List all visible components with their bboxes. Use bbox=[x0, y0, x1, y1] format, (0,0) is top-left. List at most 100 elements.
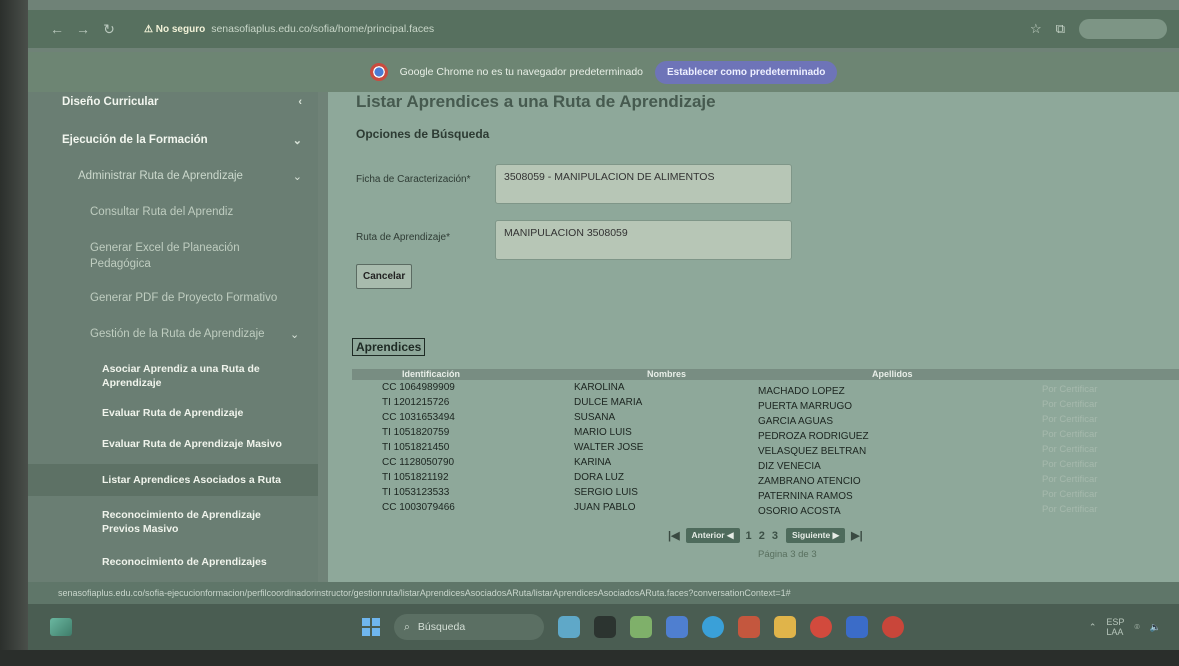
chrome-icon[interactable] bbox=[810, 616, 832, 638]
cell-identificacion: TI 1051821192 bbox=[382, 472, 449, 483]
sidebar-item-reconocimiento[interactable]: Reconocimiento de Aprendizajes bbox=[28, 556, 318, 568]
nav-buttons: ← → ↻ bbox=[46, 21, 120, 38]
sidebar-item-gestion-ruta[interactable]: Gestión de la Ruta de Aprendizaje ⌄ bbox=[28, 328, 318, 341]
cell-identificacion: TI 1051820759 bbox=[382, 427, 450, 438]
cell-identificacion: TI 1051821450 bbox=[382, 442, 450, 453]
column-header[interactable]: Identificación bbox=[402, 369, 460, 379]
store-icon[interactable] bbox=[738, 616, 760, 638]
forward-arrow-icon[interactable]: → bbox=[72, 21, 94, 38]
taskbar: ⌕ Búsqueda ⌃ ESP LAA ⌾ 🔈 bbox=[28, 604, 1179, 650]
chevron-down-icon: ⌄ bbox=[292, 171, 302, 183]
sidebar-item-label: Ejecución de la Formación bbox=[62, 134, 208, 146]
main-content: Listar Aprendices a una Ruta de Aprendiz… bbox=[328, 92, 1179, 582]
cell-estado: Por Certificar bbox=[1042, 504, 1098, 515]
sidebar-item-generar-pdf[interactable]: Generar PDF de Proyecto Formativo bbox=[28, 292, 318, 304]
back-arrow-icon[interactable]: ← bbox=[46, 21, 68, 38]
sidebar-item-label: Generar PDF de Proyecto Formativo bbox=[90, 292, 278, 304]
cell-apellidos: MACHADO LOPEZ bbox=[758, 386, 845, 397]
cell-identificacion: TI 1053123533 bbox=[382, 487, 450, 498]
sidebar-item-generar-excel[interactable]: Generar Excel de Planeación Pedagógica bbox=[28, 240, 268, 272]
table-header: Identificación Nombres Apellidos bbox=[352, 369, 1179, 380]
sidebar-item-ejecucion-formacion[interactable]: Ejecución de la Formación ⌄ bbox=[28, 134, 318, 147]
search-icon: ⌕ bbox=[404, 620, 410, 633]
cancel-button[interactable]: Cancelar bbox=[356, 264, 413, 289]
network-icon[interactable]: ⌾ bbox=[1134, 622, 1139, 633]
url-text[interactable]: senasofiaplus.edu.co/sofia/home/principa… bbox=[211, 23, 434, 35]
bookmark-star-icon[interactable]: ☆ bbox=[1030, 21, 1042, 37]
chrome-profile-icon[interactable] bbox=[882, 616, 904, 638]
cell-nombres: WALTER JOSE bbox=[574, 442, 644, 453]
table-row[interactable]: TI 1051821450 WALTER JOSE VELASQUEZ BELTRA… bbox=[328, 442, 1179, 457]
table-row[interactable]: TI 1053123533 SERGIO LUIS PATERNINA RAMOS P… bbox=[328, 487, 1179, 502]
volume-icon[interactable]: 🔈 bbox=[1150, 622, 1161, 633]
chevron-up-icon[interactable]: ⌃ bbox=[1089, 622, 1097, 633]
keyboard-layout: LAA bbox=[1106, 627, 1124, 637]
cell-identificacion: TI 1201215726 bbox=[382, 397, 450, 408]
ruta-field[interactable]: MANIPULACION 3508059 bbox=[495, 220, 792, 260]
cell-estado: Por Certificar bbox=[1042, 429, 1098, 440]
sidebar-item-label: Gestión de la Ruta de Aprendizaje bbox=[90, 328, 265, 340]
taskbar-search[interactable]: ⌕ Búsqueda bbox=[394, 614, 544, 640]
weather-app-icon[interactable] bbox=[558, 616, 580, 638]
sidebar-item-diseno-curricular[interactable]: Diseño Curricular ‹ bbox=[28, 96, 318, 108]
extensions-icon[interactable]: ⧉ bbox=[1056, 21, 1065, 37]
cell-apellidos: GARCIA AGUAS bbox=[758, 416, 834, 427]
copilot-icon[interactable] bbox=[630, 616, 652, 638]
sidebar-item-label: Generar Excel de Planeación Pedagógica bbox=[90, 242, 240, 270]
cell-estado: Por Certificar bbox=[1042, 444, 1098, 455]
first-page-button[interactable]: |◀ bbox=[668, 529, 680, 542]
sidebar-item-evaluar-ruta[interactable]: Evaluar Ruta de Aprendizaje bbox=[28, 407, 318, 419]
task-view-icon[interactable] bbox=[594, 616, 616, 638]
file-explorer-icon[interactable] bbox=[774, 616, 796, 638]
ficha-field[interactable]: 3508059 - MANIPULACION DE ALIMENTOS bbox=[495, 164, 792, 204]
sidebar-item-label: Listar Aprendices Asociados a Ruta bbox=[102, 474, 281, 486]
edge-icon[interactable] bbox=[702, 616, 724, 638]
cell-nombres: DULCE MARIA bbox=[574, 397, 643, 408]
security-warning[interactable]: ⚠ No seguro bbox=[144, 24, 205, 35]
page-numbers[interactable]: 1 2 3 bbox=[746, 530, 780, 542]
sidebar-item-evaluar-ruta-masivo[interactable]: Evaluar Ruta de Aprendizaje Masivo bbox=[28, 438, 318, 450]
cell-nombres: KAROLINA bbox=[574, 382, 625, 393]
reload-icon[interactable]: ↻ bbox=[98, 21, 120, 38]
widgets-icon[interactable] bbox=[50, 618, 72, 636]
table-row[interactable]: CC 1064989909 KAROLINA MACHADO LOPEZ Por Ce… bbox=[328, 382, 1179, 397]
sidebar-item-consultar-ruta[interactable]: Consultar Ruta del Aprendiz bbox=[28, 206, 318, 218]
table-row[interactable]: TI 1201215726 DULCE MARIA PUERTA MARRUGO Po… bbox=[328, 397, 1179, 412]
sidebar-item-administrar-ruta[interactable]: Administrar Ruta de Aprendizaje ⌄ bbox=[28, 170, 318, 183]
cell-apellidos: PEDROZA RODRIGUEZ bbox=[758, 431, 869, 442]
link-status-bar: senasofiaplus.edu.co/sofia-ejecucionform… bbox=[28, 582, 1179, 604]
cell-apellidos: OSORIO ACOSTA bbox=[758, 506, 841, 517]
table-row[interactable]: TI 1051821192 DORA LUZ ZAMBRANO ATENCIO Por… bbox=[328, 472, 1179, 487]
cell-identificacion: CC 1031653494 bbox=[382, 412, 455, 423]
column-header[interactable]: Nombres bbox=[647, 369, 686, 379]
language-code: ESP bbox=[1106, 617, 1125, 627]
screen: ← → ↻ ⚠ No seguro senasofiaplus.edu.co/s… bbox=[28, 0, 1179, 650]
last-page-button[interactable]: ▶| bbox=[851, 529, 863, 542]
browser-toolbar: ← → ↻ ⚠ No seguro senasofiaplus.edu.co/s… bbox=[28, 10, 1179, 48]
set-default-button[interactable]: Establecer como predeterminado bbox=[655, 60, 838, 84]
next-page-button[interactable]: Siguiente ▶ bbox=[785, 528, 846, 543]
cell-estado: Por Certificar bbox=[1042, 399, 1098, 410]
ruta-label: Ruta de Aprendizaje* bbox=[356, 232, 450, 243]
chrome-logo-icon bbox=[369, 63, 388, 81]
table-row[interactable]: CC 1003079466 JUAN PABLO OSORIO ACOSTA Por … bbox=[328, 502, 1179, 517]
sidebar-item-asociar-aprendiz[interactable]: Asociar Aprendiz a una Ruta de Aprendiza… bbox=[28, 362, 278, 390]
sidebar-item-label: Diseño Curricular bbox=[62, 96, 159, 108]
sidebar-item-label: Asociar Aprendiz a una Ruta de Aprendiza… bbox=[102, 363, 260, 389]
language-indicator[interactable]: ESP LAA bbox=[1106, 617, 1124, 637]
table-row[interactable]: CC 1031653494 SUSANA GARCIA AGUAS Por Certi… bbox=[328, 412, 1179, 427]
teams-icon[interactable] bbox=[666, 616, 688, 638]
profile-button[interactable] bbox=[1079, 19, 1167, 39]
column-header[interactable]: Apellidos bbox=[872, 369, 913, 379]
sidebar-item-reconocimiento-masivo[interactable]: Reconocimiento de Aprendizaje Previos Ma… bbox=[28, 508, 278, 536]
address-bar[interactable]: ⚠ No seguro senasofiaplus.edu.co/sofia/h… bbox=[136, 17, 916, 41]
previous-page-button[interactable]: Anterior ◀ bbox=[685, 528, 740, 543]
cell-nombres: MARIO LUIS bbox=[574, 427, 632, 438]
windows-start-icon[interactable] bbox=[362, 618, 380, 636]
sidebar-item-listar-aprendices[interactable]: Listar Aprendices Asociados a Ruta bbox=[28, 464, 318, 496]
sidebar-item-label: Evaluar Ruta de Aprendizaje bbox=[102, 407, 244, 419]
table-row[interactable]: CC 1128050790 KARINA DIZ VENECIA Por Certif… bbox=[328, 457, 1179, 472]
table-row[interactable]: TI 1051820759 MARIO LUIS PEDROZA RODRIGUEZ… bbox=[328, 427, 1179, 442]
ficha-label: Ficha de Caracterización* bbox=[356, 174, 471, 185]
office-app-icon[interactable] bbox=[846, 616, 868, 638]
